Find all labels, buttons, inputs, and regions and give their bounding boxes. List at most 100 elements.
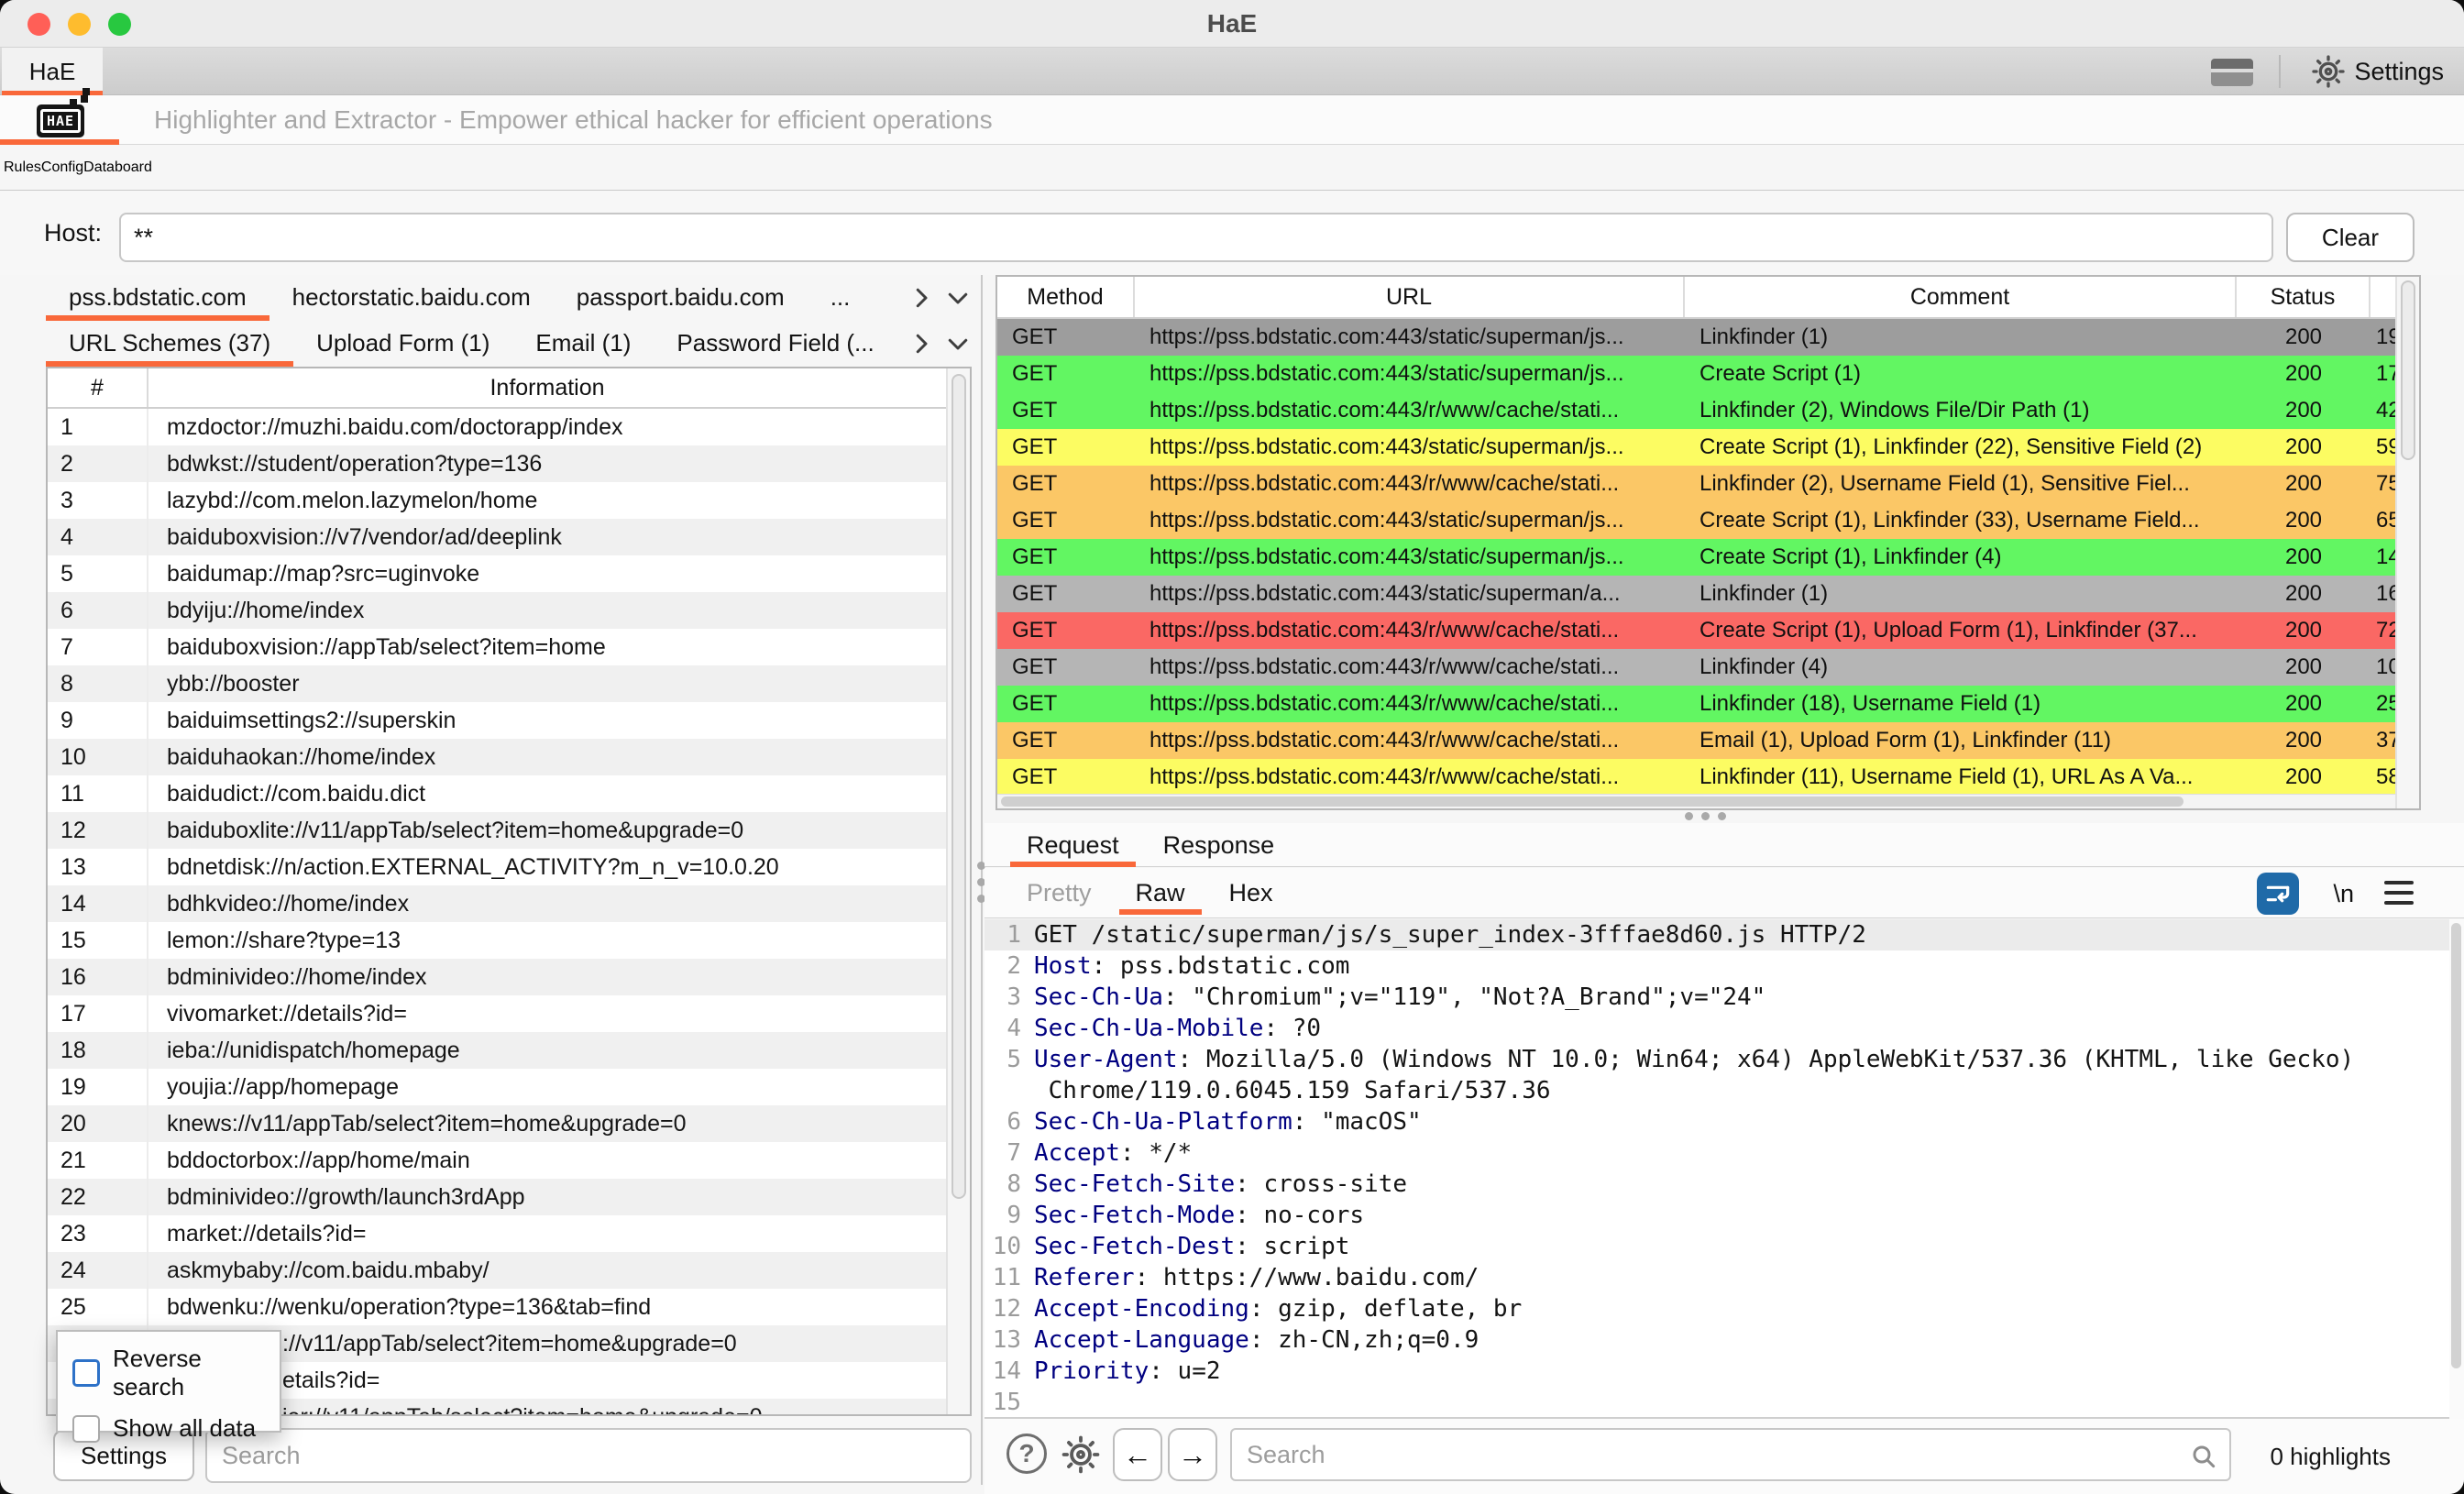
- nav-tab-bar: RulesConfigDataboard: [0, 145, 2464, 191]
- request-row[interactable]: GEThttps://pss.bdstatic.com:443/r/www/ca…: [997, 649, 2395, 686]
- chevron-down-icon[interactable]: [944, 284, 972, 312]
- host-tab-2[interactable]: passport.baidu.com: [554, 275, 808, 321]
- schemes-table-scrollbar[interactable]: [946, 368, 970, 1414]
- col-length[interactable]: [2370, 277, 2395, 317]
- reqres-tab-1[interactable]: Response: [1141, 823, 1297, 867]
- reverse-search-option[interactable]: Reverse search: [72, 1345, 280, 1401]
- scheme-row[interactable]: 22bdminivideo://growth/launch3rdApp: [48, 1179, 946, 1215]
- scheme-row[interactable]: 18ieba://unidispatch/homepage: [48, 1032, 946, 1069]
- col-comment[interactable]: Comment: [1685, 277, 2237, 317]
- host-input[interactable]: [119, 213, 2273, 262]
- type-tab-2[interactable]: Email (1): [512, 321, 654, 367]
- next-match-button[interactable]: →: [1168, 1428, 1217, 1481]
- word-wrap-icon[interactable]: [2257, 873, 2299, 915]
- type-tab-0[interactable]: URL Schemes (37): [46, 321, 293, 367]
- scheme-row[interactable]: 1mzdoctor://muzhi.baidu.com/doctorapp/in…: [48, 409, 946, 445]
- scheme-row[interactable]: 13bdnetdisk://n/action.EXTERNAL_ACTIVITY…: [48, 849, 946, 885]
- show-all-data-checkbox[interactable]: [72, 1415, 100, 1443]
- newline-toggle-icon[interactable]: \n: [2333, 873, 2354, 915]
- help-icon[interactable]: ?: [1006, 1434, 1047, 1474]
- scheme-row[interactable]: 4baiduboxvision://v7/vendor/ad/deeplink: [48, 519, 946, 555]
- scheme-row[interactable]: 16bdminivideo://home/index: [48, 959, 946, 995]
- request-row[interactable]: GEThttps://pss.bdstatic.com:443/static/s…: [997, 502, 2395, 539]
- editor-menu-icon[interactable]: [2384, 881, 2414, 906]
- host-tab-1[interactable]: hectorstatic.baidu.com: [270, 275, 554, 321]
- request-row[interactable]: GEThttps://pss.bdstatic.com:443/r/www/ca…: [997, 759, 2395, 796]
- request-line: 8Sec-Fetch-Site: cross-site: [984, 1169, 2464, 1200]
- request-editor[interactable]: 1GET /static/superman/js/s_super_index-3…: [984, 919, 2464, 1419]
- request-row[interactable]: GEThttps://pss.bdstatic.com:443/r/www/ca…: [997, 392, 2395, 429]
- scheme-row[interactable]: 2bdwkst://student/operation?type=136: [48, 445, 946, 482]
- chevron-right-icon[interactable]: [908, 330, 935, 357]
- schemes-search-input[interactable]: [205, 1428, 972, 1483]
- scheme-row[interactable]: 3lazybd://com.melon.lazymelon/home: [48, 482, 946, 519]
- col-information[interactable]: Information: [148, 368, 946, 407]
- clear-button[interactable]: Clear: [2286, 213, 2414, 262]
- layout-panes-icon[interactable]: [2211, 59, 2253, 86]
- scheme-row[interactable]: 12baiduboxlite://v11/appTab/select?item=…: [48, 812, 946, 849]
- scheme-row[interactable]: 24askmybaby://com.baidu.mbaby/: [48, 1252, 946, 1289]
- request-row[interactable]: GEThttps://pss.bdstatic.com:443/static/s…: [997, 576, 2395, 612]
- scheme-row[interactable]: 5baidumap://map?src=uginvoke: [48, 555, 946, 592]
- requests-table: Method URL Comment Status GEThttps://pss…: [996, 275, 2421, 810]
- scheme-row[interactable]: 19youjia://app/homepage: [48, 1069, 946, 1105]
- editor-search-input[interactable]: [1232, 1430, 2229, 1479]
- request-row[interactable]: GEThttps://pss.bdstatic.com:443/static/s…: [997, 319, 2395, 356]
- scheme-row[interactable]: 11baidudict://com.baidu.dict: [48, 775, 946, 812]
- scheme-row[interactable]: 20knews://v11/appTab/select?item=home&up…: [48, 1105, 946, 1142]
- col-url[interactable]: URL: [1135, 277, 1685, 317]
- nav-tab-0[interactable]: Rules: [4, 159, 41, 176]
- col-method[interactable]: Method: [997, 277, 1135, 317]
- request-editor-scrollbar[interactable]: [2449, 919, 2464, 1419]
- scheme-row[interactable]: 10baiduhaokan://home/index: [48, 739, 946, 775]
- request-line: 14Priority: u=2: [984, 1356, 2464, 1387]
- view-tab-0[interactable]: Pretty: [1005, 871, 1114, 915]
- requests-table-vscrollbar[interactable]: [2395, 277, 2419, 808]
- request-row[interactable]: GEThttps://pss.bdstatic.com:443/static/s…: [997, 429, 2395, 466]
- request-response-tabs: RequestResponse: [984, 823, 2464, 867]
- request-row[interactable]: GEThttps://pss.bdstatic.com:443/static/s…: [997, 356, 2395, 392]
- requests-table-hscrollbar[interactable]: [997, 794, 2395, 808]
- nav-tab-2[interactable]: Databoard: [83, 159, 152, 176]
- editor-settings-gear-icon[interactable]: [1060, 1434, 1102, 1476]
- chevron-down-icon[interactable]: [944, 330, 972, 357]
- request-row[interactable]: GEThttps://pss.bdstatic.com:443/r/www/ca…: [997, 686, 2395, 722]
- type-tab-1[interactable]: Upload Form (1): [293, 321, 512, 367]
- request-line: 3Sec-Ch-Ua: "Chromium";v="119", "Not?A_B…: [984, 982, 2464, 1013]
- hae-logo-icon: HAE: [37, 104, 84, 137]
- scheme-row[interactable]: 21bddoctorbox://app/home/main: [48, 1142, 946, 1179]
- request-row[interactable]: GEThttps://pss.bdstatic.com:443/r/www/ca…: [997, 722, 2395, 759]
- col-status[interactable]: Status: [2237, 277, 2370, 317]
- view-tab-2[interactable]: Hex: [1207, 871, 1295, 915]
- scheme-row[interactable]: 9baiduimsettings2://superskin: [48, 702, 946, 739]
- host-tab-3[interactable]: ...: [808, 275, 874, 321]
- request-row[interactable]: GEThttps://pss.bdstatic.com:443/r/www/ca…: [997, 612, 2395, 649]
- type-tab-3[interactable]: Password Field (...: [654, 321, 896, 367]
- host-tab-0[interactable]: pss.bdstatic.com: [46, 275, 270, 321]
- search-icon: [2189, 1442, 2218, 1476]
- scheme-row[interactable]: 17vivomarket://details?id=: [48, 995, 946, 1032]
- reverse-search-checkbox[interactable]: [72, 1359, 100, 1387]
- scheme-row[interactable]: 14bdhkvideo://home/index: [48, 885, 946, 922]
- extension-subtitle: Highlighter and Extractor - Empower ethi…: [154, 95, 993, 145]
- show-all-data-option[interactable]: Show all data: [72, 1414, 280, 1443]
- editor-search-field: [1230, 1428, 2231, 1481]
- nav-tab-1[interactable]: Config: [41, 159, 83, 176]
- scheme-row[interactable]: 15lemon://share?type=13: [48, 922, 946, 959]
- request-line: 5User-Agent: Mozilla/5.0 (Windows NT 10.…: [984, 1044, 2464, 1075]
- scheme-row[interactable]: 8ybb://booster: [48, 665, 946, 702]
- scheme-row[interactable]: 25bdwenku://wenku/operation?type=136&tab…: [48, 1289, 946, 1325]
- request-row[interactable]: GEThttps://pss.bdstatic.com:443/r/www/ca…: [997, 466, 2395, 502]
- reqres-tab-0[interactable]: Request: [1005, 823, 1141, 867]
- prev-match-button[interactable]: ←: [1113, 1428, 1162, 1481]
- view-tab-1[interactable]: Raw: [1114, 871, 1207, 915]
- request-row[interactable]: GEThttps://pss.bdstatic.com:443/static/s…: [997, 539, 2395, 576]
- scheme-row[interactable]: 23market://details?id=: [48, 1215, 946, 1252]
- col-number[interactable]: #: [48, 368, 148, 407]
- tab-hae[interactable]: HaE: [2, 48, 103, 95]
- table-editor-divider-handle[interactable]: [1685, 812, 1726, 820]
- settings-button[interactable]: Settings: [2310, 48, 2444, 95]
- scheme-row[interactable]: 6bdyiju://home/index: [48, 592, 946, 629]
- scheme-row[interactable]: 7baiduboxvision://appTab/select?item=hom…: [48, 629, 946, 665]
- chevron-right-icon[interactable]: [908, 284, 935, 312]
